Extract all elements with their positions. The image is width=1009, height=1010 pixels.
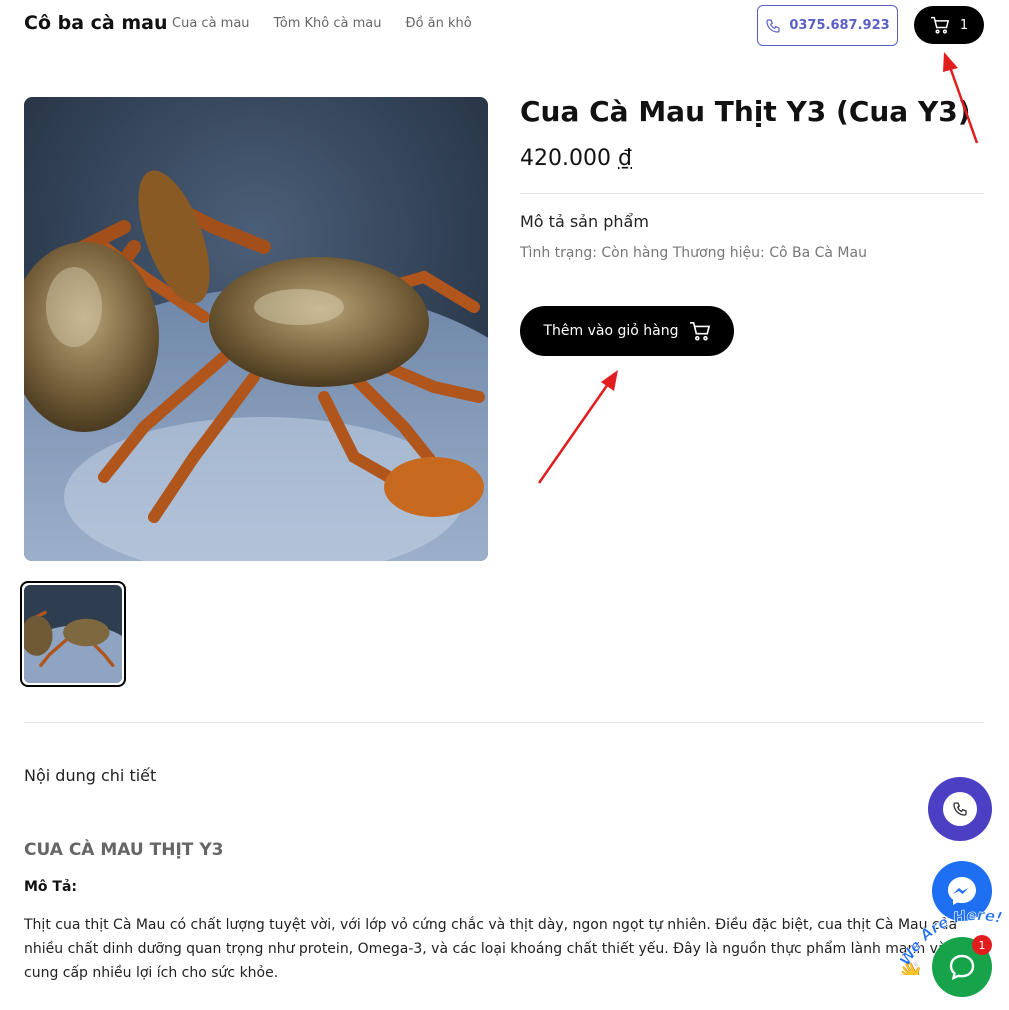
description-body: Thịt cua thịt Cà Mau có chất lượng tuyệt… bbox=[24, 917, 958, 981]
description-label: Mô Tả: bbox=[24, 879, 78, 895]
site-header: Cô ba cà mau Cua cà mau Tôm Khô cà mau Đ… bbox=[0, 0, 1009, 50]
arrow-head-cart bbox=[943, 52, 958, 72]
chat-bubble-icon bbox=[949, 954, 975, 981]
brand-logo[interactable]: Cô ba cà mau bbox=[24, 12, 168, 34]
product-main-image[interactable] bbox=[24, 97, 488, 561]
arrow-to-add-cart bbox=[537, 383, 610, 484]
divider bbox=[520, 193, 984, 194]
price-value: 420.000 bbox=[520, 146, 611, 171]
call-widget[interactable] bbox=[928, 777, 992, 841]
add-to-cart-label: Thêm vào giỏ hàng bbox=[543, 323, 679, 339]
product-thumbnail[interactable] bbox=[20, 581, 126, 687]
detail-heading: Nội dung chi tiết bbox=[24, 766, 157, 785]
cart-count: 1 bbox=[959, 17, 969, 33]
cart-icon bbox=[689, 322, 710, 341]
cart-button[interactable]: 1 bbox=[914, 6, 984, 44]
nav-item-cua-ca-mau[interactable]: Cua cà mau bbox=[172, 16, 250, 31]
currency-symbol: ₫ bbox=[617, 146, 632, 171]
phone-icon bbox=[953, 802, 967, 816]
phone-number: 0375.687.923 bbox=[789, 18, 890, 33]
chat-badge: 1 bbox=[972, 935, 992, 955]
content-title: CUA CÀ MAU THỊT Y3 bbox=[24, 840, 224, 860]
nav-item-do-an-kho[interactable]: Đồ ăn khô bbox=[406, 16, 472, 31]
description-heading: Mô tả sản phẩm bbox=[520, 212, 649, 231]
arrow-head-add-cart bbox=[601, 370, 618, 391]
phone-icon bbox=[766, 18, 780, 33]
status-brand-line: Tình trạng: Còn hàng Thương hiệu: Cô Ba … bbox=[520, 245, 867, 261]
add-to-cart-button[interactable]: Thêm vào giỏ hàng bbox=[520, 306, 734, 356]
section-divider bbox=[24, 722, 984, 723]
nav-item-tom-kho[interactable]: Tôm Khô cà mau bbox=[274, 16, 382, 31]
wave-hand-icon: 👋 bbox=[900, 960, 923, 975]
main-nav: Cua cà mau Tôm Khô cà mau Đồ ăn khô bbox=[172, 16, 472, 31]
phone-button[interactable]: 0375.687.923 bbox=[757, 5, 898, 46]
product-title: Cua Cà Mau Thịt Y3 (Cua Y3) bbox=[520, 95, 971, 128]
product-price: 420.000 ₫ bbox=[520, 146, 632, 171]
cart-icon bbox=[930, 16, 949, 34]
